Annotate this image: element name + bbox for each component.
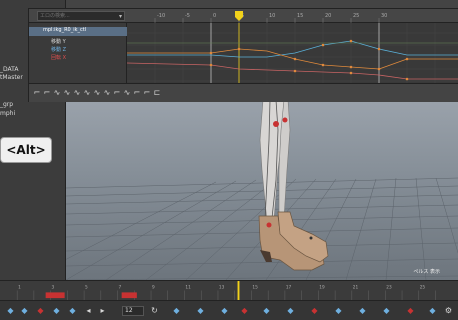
viewport-scene (66, 100, 458, 280)
current-frame-field[interactable]: 12 (122, 306, 144, 316)
ruler-tick-label: 0 (213, 13, 216, 19)
perspective-viewport[interactable]: ペルス 表示 (66, 100, 458, 280)
curve-label: 移動 Y (51, 39, 66, 45)
timeline-tick-label: 13 (219, 285, 225, 291)
tangent-tool-icon[interactable]: ∿ (73, 88, 81, 98)
timeline-tick-label: 9 (152, 285, 155, 291)
curve-graph[interactable] (127, 23, 458, 83)
character-legs[interactable] (259, 100, 291, 223)
key-red-icon[interactable]: ◆ (406, 305, 415, 316)
settings-icon[interactable]: ⚙ (444, 305, 453, 316)
curve-label: 回転 X (51, 55, 67, 61)
timeline-tick-label: 21 (353, 285, 359, 291)
key-icon[interactable]: ◆ (220, 305, 229, 316)
ruler-tick-label: 15 (297, 13, 303, 19)
tangent-tool-icon[interactable]: ∿ (103, 88, 111, 98)
outliner-item[interactable]: tMaster (0, 74, 23, 81)
curve-red[interactable] (127, 62, 458, 80)
graph-editor-toolbar: ⌐ ⌐ ∿ ∿ ∿ ∿ ∿ ∿ ⌐ ∿ ⌐ ⌐ ⊏ (29, 83, 458, 102)
timeline-tick-label: 19 (319, 285, 325, 291)
tangent-tool-icon[interactable]: ∿ (63, 88, 71, 98)
tangent-tool-icon[interactable]: ⊏ (153, 88, 161, 98)
timeline-tick-label: 11 (185, 285, 191, 291)
character-boots[interactable] (258, 211, 329, 271)
timeline-tick-label: 3 (52, 285, 55, 291)
key-icon[interactable]: ◆ (172, 305, 181, 316)
key-icon[interactable]: ◆ (68, 305, 77, 316)
ruler-tick-label: 25 (353, 13, 359, 19)
timeline-tick-label: 1 (18, 285, 21, 291)
tangent-tool-icon[interactable]: ⌐ (43, 88, 51, 98)
tangent-tool-icon[interactable]: ∿ (123, 88, 131, 98)
curve-list-item-root[interactable]: mpl:ikg_R0_ik_ctl (29, 27, 127, 36)
key-icon[interactable]: ◆ (334, 305, 343, 316)
viewport-label: ペルス 表示 (413, 269, 440, 275)
step-back-icon[interactable]: ◂ (84, 305, 93, 316)
tangent-tool-icon[interactable]: ⌐ (143, 88, 151, 98)
timeline-tick-label: 5 (85, 285, 88, 291)
timeline-key-range[interactable] (121, 292, 137, 299)
graph-ruler[interactable]: -10-5051015202530 (127, 9, 458, 23)
maya-workspace: _DATA tMaster _grp mphi <Alt> ペルス 表示 エロの… (0, 0, 458, 320)
key-icon[interactable]: ◆ (52, 305, 61, 316)
key-icon[interactable]: ◆ (262, 305, 271, 316)
tangent-tool-icon[interactable]: ⌐ (33, 88, 41, 98)
curve-list: mpl:ikg_R0_ik_ctl 移動 Y 移動 Z 回転 X (29, 23, 127, 83)
play-icon[interactable]: ▸ (98, 305, 107, 316)
alt-key-overlay: <Alt> (0, 137, 52, 163)
key-icon[interactable]: ◆ (6, 305, 15, 316)
timeline-key-range[interactable] (45, 292, 65, 299)
timeline-tick-label: 23 (386, 285, 392, 291)
ik-handle-marker (309, 236, 313, 240)
curve-search-input[interactable] (37, 11, 125, 21)
ruler-tick-label: 10 (269, 13, 275, 19)
timeline-tick-label: 17 (286, 285, 292, 291)
tangent-tool-icon[interactable]: ∿ (93, 88, 101, 98)
key-icon[interactable]: ◆ (382, 305, 391, 316)
playback-toolbar: ◆ ◆ ◆ ◆ ◆ ◂ ▸ 12 ↻ ◆ ◆ ◆ ◆ ◆ ◆ ◆ ◆ ◆ ◆ ◆… (0, 300, 458, 320)
chevron-down-icon[interactable]: ▾ (119, 13, 122, 20)
key-icon[interactable]: ◆ (196, 305, 205, 316)
current-time-marker[interactable] (235, 11, 243, 21)
curve-label: mpl:ikg_R0_ik_ctl (43, 27, 87, 33)
tangent-tool-icon[interactable]: ∿ (53, 88, 61, 98)
key-red-icon[interactable]: ◆ (240, 305, 249, 316)
outliner-item[interactable]: mphi (0, 110, 15, 117)
curve-list-item-rotate-x[interactable]: 回転 X (29, 54, 127, 63)
timeline-current-frame[interactable] (237, 281, 240, 300)
tangent-tool-icon[interactable]: ⌐ (133, 88, 141, 98)
timeline-tick-label: 15 (252, 285, 258, 291)
ankle-key-marker (266, 222, 272, 228)
graph-editor-window[interactable]: ▾ -10-5051015202530 mpl:ikg_R0_ik_ctl 移動… (28, 8, 458, 102)
key-icon[interactable]: ◆ (20, 305, 29, 316)
loop-icon[interactable]: ↻ (150, 305, 159, 316)
ruler-tick-label: 20 (325, 13, 331, 19)
tangent-tool-icon[interactable]: ⌐ (113, 88, 121, 98)
curve-orange[interactable] (127, 48, 458, 70)
key-icon[interactable]: ◆ (428, 305, 437, 316)
ruler-tick-label: -10 (157, 13, 165, 19)
timeline-tick-label: 7 (119, 285, 122, 291)
knee-key-marker (282, 117, 288, 123)
curve-label: 移動 Z (51, 47, 67, 53)
key-red-icon[interactable]: ◆ (36, 305, 45, 316)
outliner-item[interactable]: _grp (0, 101, 13, 108)
key-icon[interactable]: ◆ (358, 305, 367, 316)
key-red-icon[interactable]: ◆ (310, 305, 319, 316)
ruler-tick-label: 30 (381, 13, 387, 19)
key-icon[interactable]: ◆ (286, 305, 295, 316)
curve-blue[interactable] (127, 40, 458, 58)
tangent-tool-icon[interactable]: ∿ (83, 88, 91, 98)
ruler-tick-label: -5 (185, 13, 190, 19)
time-slider[interactable]: 1 3 5 7 9 11 13 15 17 19 21 23 25 (0, 280, 458, 300)
knee-key-marker (273, 121, 279, 127)
outliner-item[interactable]: _DATA (0, 66, 18, 73)
curve-keys[interactable] (209, 39, 409, 81)
timeline-tick-label: 25 (420, 285, 426, 291)
